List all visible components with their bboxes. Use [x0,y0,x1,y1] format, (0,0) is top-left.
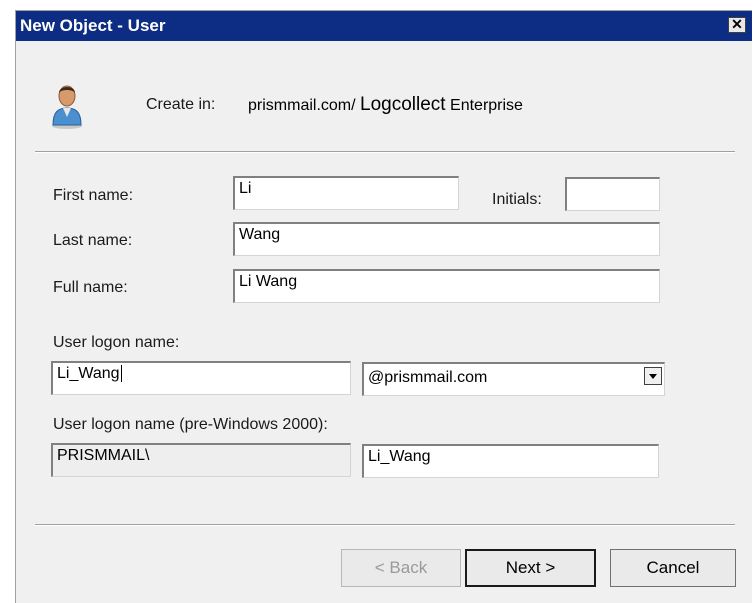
last-name-label: Last name: [53,232,133,249]
first-name-label: First name: [53,187,134,204]
user-icon [49,79,85,131]
next-button[interactable]: Next > [465,549,596,587]
footer-separator [35,524,735,526]
title-bar[interactable]: New Object - User ✕ [16,11,752,41]
initials-label: Initials: [492,191,542,208]
domain-dropdown[interactable]: @prismmail.com [362,362,665,396]
create-in-label: Create in: [146,96,216,113]
full-name-label: Full name: [53,279,128,296]
path-suffix: Enterprise [450,97,523,114]
logon-name-field[interactable]: Li_Wang [51,361,351,395]
first-name-field[interactable]: Li [233,176,459,210]
header-separator [35,151,735,153]
full-name-field[interactable]: Li Wang [233,269,660,303]
close-button[interactable]: ✕ [728,17,746,33]
create-in-path: prismmail.com/ Logcollect Enterprise [248,94,523,116]
path-ou: Logcollect [360,94,446,115]
domain-selected: @prismmail.com [368,369,488,386]
new-object-user-dialog: New Object - User ✕ Create in: prismmail… [15,10,752,603]
cancel-button[interactable]: Cancel [610,549,736,587]
window-title: New Object - User [20,16,166,35]
path-prefix: prismmail.com/ [248,97,356,114]
pre2000-label: User logon name (pre-Windows 2000): [53,416,328,433]
pre2000-domain-field: PRISMMAIL\ [51,443,351,477]
close-icon: ✕ [731,16,743,32]
last-name-field[interactable]: Wang [233,222,660,256]
initials-field[interactable] [565,177,660,211]
back-button[interactable]: < Back [341,549,461,587]
pre2000-name-field[interactable]: Li_Wang [362,444,659,478]
text-cursor [120,365,122,383]
logon-name-label: User logon name: [53,334,180,351]
chevron-down-icon[interactable] [644,367,662,385]
